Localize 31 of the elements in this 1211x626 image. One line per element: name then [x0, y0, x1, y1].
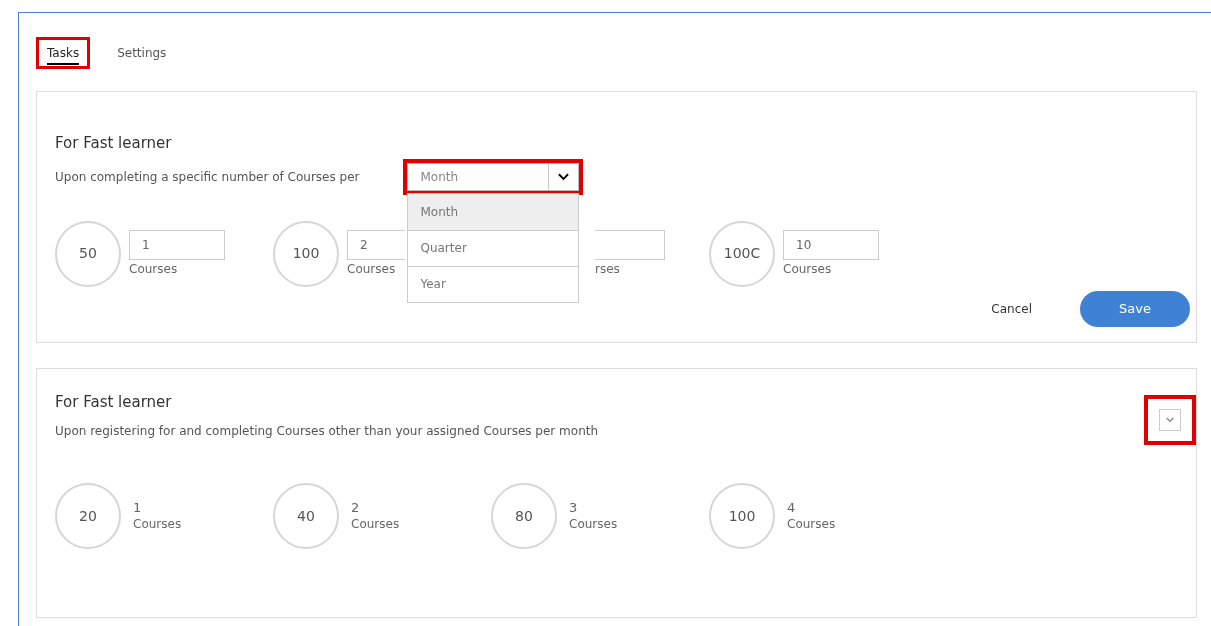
count-label: 4 — [787, 500, 797, 517]
dropdown-option[interactable]: Year — [408, 265, 579, 302]
count-label: 1 — [133, 500, 143, 517]
dropdown-option[interactable]: Quarter — [408, 229, 579, 266]
tab[interactable]: Tasks — [36, 37, 91, 69]
unit-label: Courses — [129, 260, 179, 278]
count-input[interactable]: 10 — [783, 229, 879, 260]
expand-button[interactable] — [1159, 409, 1181, 431]
dropdown-option[interactable]: Month — [408, 193, 579, 230]
card-title: For Fast learner — [55, 392, 173, 413]
chevron-down-icon — [558, 172, 570, 181]
unit-label: Courses — [783, 260, 833, 278]
card-description: Upon registering for and completing Courses other than your assigned Courses per month — [55, 422, 599, 440]
unit-label: Courses — [569, 516, 618, 532]
count-input[interactable]: 1 — [129, 229, 225, 260]
unit-label: Courses — [133, 516, 182, 532]
count-input[interactable]: 2 — [347, 229, 405, 260]
unit-label: Courses — [347, 260, 397, 278]
unit-label: Courses — [787, 516, 836, 532]
chevron-down-icon — [1166, 417, 1174, 423]
count-label: 3 — [569, 500, 579, 517]
card-title: For Fast learner — [55, 133, 173, 154]
count-label: 2 — [351, 500, 361, 517]
unit-label: Courses — [351, 516, 400, 532]
unit-label: rses — [595, 260, 621, 278]
cancel-button[interactable]: Cancel — [991, 299, 1032, 318]
count-input[interactable] — [595, 229, 665, 260]
tab[interactable]: Settings — [106, 37, 178, 69]
save-button[interactable]: Save — [1080, 290, 1190, 327]
card-description: Upon completing a specific number of Courses per — [55, 168, 360, 186]
select-value: Month — [419, 168, 460, 186]
